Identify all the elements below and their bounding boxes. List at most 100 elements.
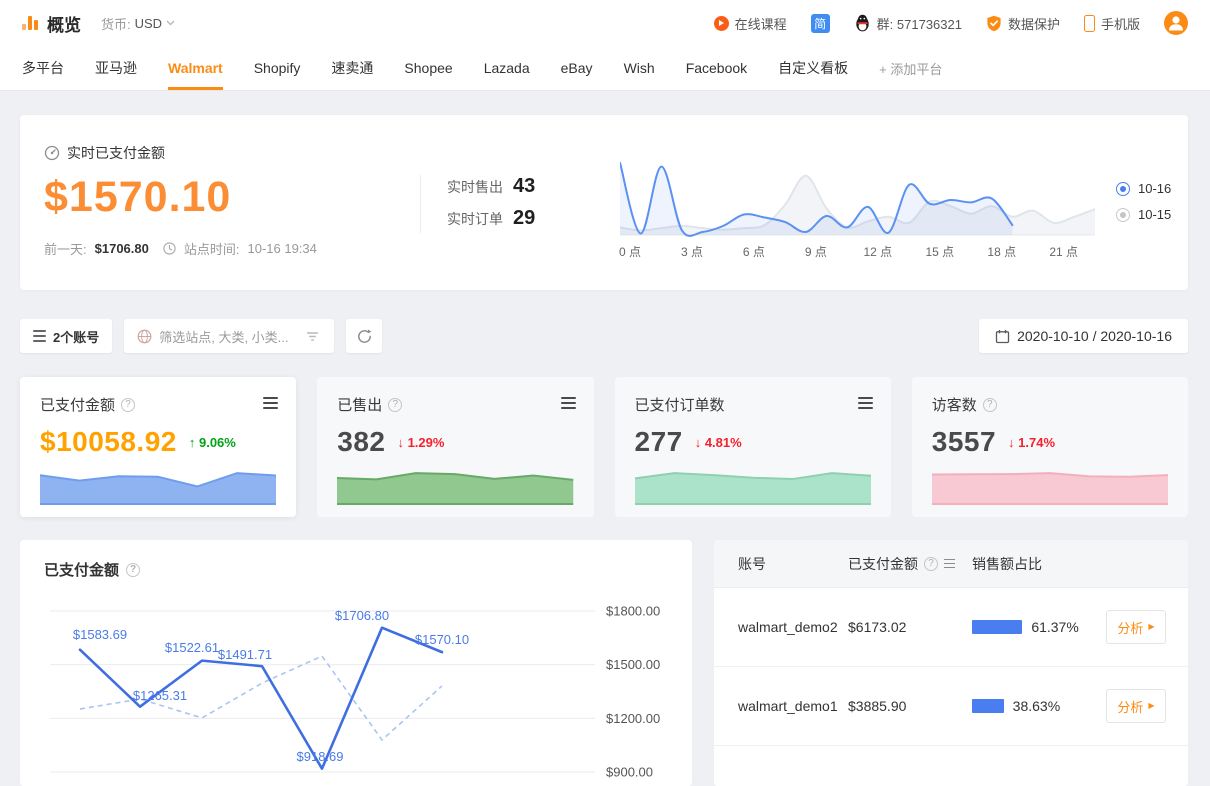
tab-Shopify[interactable]: Shopify [254,46,301,90]
help-icon[interactable] [388,398,402,412]
clock-icon [163,242,176,255]
tab-Shopee[interactable]: Shopee [404,46,452,90]
list-icon [33,330,46,341]
metric-card-已支付订单数[interactable]: 已支付订单数277↓ 4.81% [615,377,891,517]
realtime-sold-label: 实时售出 [447,177,503,197]
shield-check-icon [986,15,1002,32]
share-percent: 61.37% [1031,619,1078,635]
tab-Wish[interactable]: Wish [624,46,655,90]
metric-sparkline [337,468,573,506]
data-point-label: $1522.61 [165,640,219,655]
legend-label: 10-16 [1138,181,1171,196]
metric-sparkline [932,468,1168,506]
legend-radio-10-15[interactable]: 10-15 [1116,207,1171,222]
help-icon[interactable] [983,398,997,412]
realtime-title: 实时已支付金额 [67,143,165,163]
analyze-button[interactable]: 分析▶ [1106,610,1166,644]
gauge-icon [44,145,60,161]
date-range-picker[interactable]: 2020-10-10 / 2020-10-16 [979,319,1188,353]
metric-card-已支付金额[interactable]: 已支付金额$10058.92↑ 9.06% [20,377,296,517]
realtime-chart-x-axis: 0 点3 点6 点9 点12 点15 点18 点21 点 [620,243,1095,259]
metric-value: 3557 [932,426,996,458]
help-icon[interactable] [126,563,140,577]
metric-sparkline [635,468,871,506]
share-percent: 38.63% [1013,698,1060,714]
metric-delta: ↓ 1.74% [1008,435,1055,450]
online-course-link[interactable]: 在线课程 [714,14,787,33]
site-filter-input[interactable]: 筛选站点, 大类, 小类... [124,319,334,353]
paid-amount: $6173.02 [848,619,966,635]
data-point-label: $1583.69 [73,627,127,642]
currency-selector[interactable]: 货币: USD [101,14,175,33]
filter-funnel-icon [306,331,319,342]
x-axis-label: 6 点 [743,243,765,260]
realtime-chart-legend: 10-16 10-15 [1116,181,1171,222]
realtime-sold: 实时售出 43 [447,175,535,198]
tab-自定义看板[interactable]: 自定义看板 [778,46,848,90]
add-platform-button[interactable]: + 添加平台 [879,59,942,78]
trend-chart-title: 已支付金额 [44,559,119,580]
data-point-label: $1265.31 [133,688,187,703]
globe-icon [137,329,152,344]
qq-group[interactable]: 群: 571736321 [854,14,962,33]
site-filter-placeholder: 筛选站点, 大类, 小类... [159,327,288,346]
data-point-label: $1570.10 [415,632,469,647]
realtime-title-row: 实时已支付金额 [44,143,165,163]
data-protection-label: 数据保护 [1008,14,1060,33]
vertical-divider [420,175,421,233]
accounts-table-card: 账号 已支付金额 销售额占比 walmart_demo2$6173.0261.3… [714,540,1188,786]
paid-amount-trend-card: $1800.00$1500.00$1200.00$900.00$1583.69$… [20,540,692,786]
column-sales-share: 销售额占比 [966,554,1042,574]
column-paid-amount: 已支付金额 [848,554,918,574]
x-axis-label: 18 点 [987,243,1016,260]
metric-card-访客数[interactable]: 访客数3557↓ 1.74% [912,377,1188,517]
help-icon[interactable] [924,557,938,571]
trend-chart-title-row: 已支付金额 [44,559,140,580]
table-row: walmart_demo1$3885.9038.63%分析▶ [714,667,1188,746]
calendar-icon [995,329,1010,344]
x-axis-label: 3 点 [681,243,703,260]
tab-Lazada[interactable]: Lazada [484,46,530,90]
metric-cards-row: 已支付金额$10058.92↑ 9.06%已售出382↓ 1.29%已支付订单数… [20,377,1188,517]
realtime-hourly-chart [620,157,1095,237]
metric-card-已售出[interactable]: 已售出382↓ 1.29% [317,377,593,517]
sort-icon[interactable] [944,559,955,569]
arrow-right-icon: ▶ [1148,623,1154,631]
currency-label: 货币: [101,14,131,33]
mobile-version-link[interactable]: 手机版 [1084,14,1140,33]
tab-亚马逊[interactable]: 亚马逊 [95,46,137,90]
share-bar [972,699,1004,713]
y-axis-tick: $1500.00 [606,657,660,672]
card-menu-icon[interactable] [561,397,576,409]
data-protection-link[interactable]: 数据保护 [986,14,1060,33]
card-menu-icon[interactable] [858,397,873,409]
qq-group-label: 群: 571736321 [877,14,962,33]
column-account: 账号 [714,554,848,574]
analyze-button[interactable]: 分析▶ [1106,689,1166,723]
legend-label: 10-15 [1138,207,1171,222]
tab-速卖通[interactable]: 速卖通 [331,46,373,90]
accounts-filter-button[interactable]: 2个账号 [20,319,112,353]
data-point-label: $1491.71 [218,647,272,662]
top-header: 概览 货币: USD 在线课程 简 [0,0,1210,46]
realtime-orders-value: 29 [513,207,535,230]
phone-icon [1084,15,1095,32]
x-axis-label: 0 点 [619,243,641,260]
tab-多平台[interactable]: 多平台 [22,46,64,90]
filter-toolbar: 2个账号 筛选站点, 大类, 小类... [20,318,1188,354]
metric-sparkline [40,468,276,506]
tab-Walmart[interactable]: Walmart [168,46,223,90]
card-menu-icon[interactable] [263,397,278,409]
refresh-button[interactable] [346,319,382,353]
platform-tabs: 多平台亚马逊 Walmart Shopify 速卖通 Shopee Lazada eBay W… [22,46,879,90]
help-icon[interactable] [121,398,135,412]
tab-Facebook[interactable]: Facebook [686,46,747,90]
metric-delta: ↓ 4.81% [695,435,742,450]
language-badge[interactable]: 简 [811,14,830,33]
metric-value: 382 [337,426,385,458]
metric-delta: ↑ 9.06% [189,435,236,450]
user-avatar[interactable] [1164,11,1188,35]
arrow-right-icon: ▶ [1148,702,1154,710]
legend-radio-10-16[interactable]: 10-16 [1116,181,1171,196]
tab-eBay[interactable]: eBay [561,46,593,90]
